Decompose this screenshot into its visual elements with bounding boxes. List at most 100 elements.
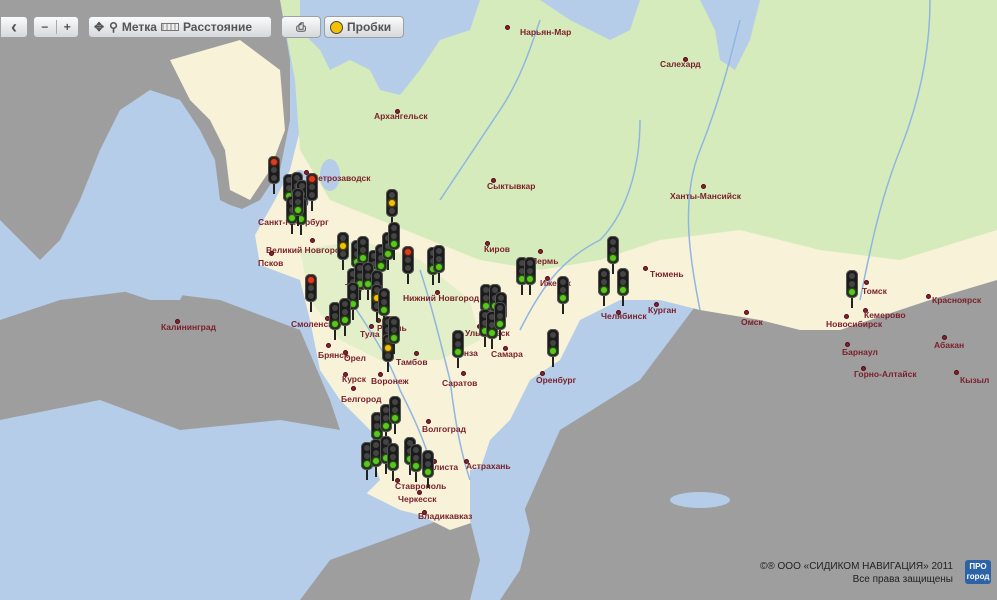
traffic-light-marker[interactable] (617, 268, 629, 306)
city-label: Тюмень (650, 269, 684, 279)
traffic-lamp (413, 463, 419, 469)
traffic-lamp (413, 455, 419, 461)
traffic-lamp (405, 257, 411, 263)
traffic-light-marker[interactable] (846, 270, 858, 308)
traffic-lamp (271, 159, 277, 165)
city-label: Ханты-Мансийск (670, 191, 741, 201)
traffic-lamp (527, 268, 533, 274)
city-dot[interactable] (701, 184, 706, 189)
city-label: Саратов (442, 378, 478, 388)
city-label: Киров (484, 244, 511, 254)
zoom-out-button[interactable]: − (34, 20, 57, 34)
city-dot[interactable] (269, 251, 274, 256)
traffic-lamp (392, 399, 398, 405)
tools-group: ✥ ⚲ Метка Расстояние (88, 16, 272, 38)
traffic-lamp (390, 446, 396, 452)
city-dot[interactable] (505, 25, 510, 30)
city-dot[interactable] (414, 351, 419, 356)
traffic-lamp (342, 309, 348, 315)
distance-button[interactable]: Расстояние (160, 20, 256, 34)
city-dot[interactable] (538, 249, 543, 254)
traffic-lamp (425, 461, 431, 467)
traffic-button[interactable]: Пробки (324, 16, 404, 38)
traffic-light-marker[interactable] (402, 246, 414, 284)
city-dot[interactable] (643, 266, 648, 271)
city-dot[interactable] (744, 310, 749, 315)
traffic-lamp (295, 191, 301, 197)
traffic-light-marker[interactable] (337, 232, 349, 270)
traffic-lamp (601, 287, 607, 293)
traffic-light-marker[interactable] (524, 257, 536, 295)
traffic-lamp (392, 407, 398, 413)
traffic-light-marker[interactable] (422, 450, 434, 488)
city-dot[interactable] (461, 371, 466, 376)
traffic-light-marker[interactable] (410, 444, 422, 482)
traffic-light-marker[interactable] (292, 188, 304, 226)
traffic-lamp (340, 235, 346, 241)
city-dot[interactable] (926, 294, 931, 299)
traffic-lamp (271, 175, 277, 181)
city-label: Псков (258, 258, 284, 268)
city-label: Барнаул (842, 347, 878, 357)
traffic-lamp (332, 305, 338, 311)
city-label: Горно-Алтайск (854, 369, 917, 379)
traffic-lamp (436, 248, 442, 254)
traffic-lamp (342, 317, 348, 323)
traffic-lamp (391, 327, 397, 333)
traffic-lamp (295, 207, 301, 213)
logo-text: ПРО город (966, 562, 990, 581)
traffic-lamp (360, 255, 366, 261)
marker-button[interactable]: ⚲ Метка (109, 20, 161, 34)
city-label: Салехард (660, 59, 701, 69)
traffic-light-marker[interactable] (494, 302, 506, 340)
city-label: Смоленск (291, 319, 333, 329)
print-button[interactable]: ⎙ (281, 16, 321, 38)
traffic-lamp (527, 260, 533, 266)
pan-icon[interactable]: ✥ (89, 20, 109, 34)
traffic-light-marker[interactable] (389, 396, 401, 434)
back-button[interactable]: ‹ (0, 16, 28, 38)
traffic-light-marker[interactable] (268, 156, 280, 194)
traffic-light-marker[interactable] (557, 276, 569, 314)
traffic-light-marker[interactable] (547, 329, 559, 367)
traffic-lamp (455, 341, 461, 347)
city-label: Астрахань (466, 461, 511, 471)
traffic-lamp (436, 256, 442, 262)
traffic-light-marker[interactable] (339, 298, 351, 336)
traffic-lamp (295, 199, 301, 205)
traffic-lamp (620, 279, 626, 285)
traffic-light-marker[interactable] (306, 173, 318, 211)
traffic-lamp (497, 321, 503, 327)
traffic-lamp (610, 255, 616, 261)
traffic-lamp (350, 285, 356, 291)
city-dot[interactable] (326, 343, 331, 348)
traffic-light-marker[interactable] (452, 330, 464, 368)
city-dot[interactable] (310, 238, 315, 243)
city-dot[interactable] (954, 370, 959, 375)
ruler-icon (160, 23, 179, 31)
traffic-lamp (360, 247, 366, 253)
traffic-lamp (391, 225, 397, 231)
traffic-light-marker[interactable] (387, 443, 399, 481)
traffic-lamp (391, 335, 397, 341)
traffic-light-marker[interactable] (378, 288, 390, 326)
traffic-lamp (332, 321, 338, 327)
traffic-lamp (405, 265, 411, 271)
traffic-light-marker[interactable] (305, 274, 317, 312)
city-label: Кызыл (960, 375, 990, 385)
traffic-lamp (373, 458, 379, 464)
traffic-lamp (391, 233, 397, 239)
city-label: Волгоград (422, 424, 466, 434)
traffic-light-marker[interactable] (433, 245, 445, 283)
zoom-in-button[interactable]: + (57, 20, 79, 34)
page-icon: ⎙ (296, 19, 306, 34)
city-label: Архангельск (374, 111, 428, 121)
traffic-lamp (389, 200, 395, 206)
traffic-lamp (308, 285, 314, 291)
city-dot[interactable] (351, 386, 356, 391)
traffic-light-marker[interactable] (388, 222, 400, 260)
city-dot[interactable] (864, 280, 869, 285)
traffic-lamp (620, 287, 626, 293)
city-label: Тамбов (396, 357, 428, 367)
traffic-lamp (340, 243, 346, 249)
